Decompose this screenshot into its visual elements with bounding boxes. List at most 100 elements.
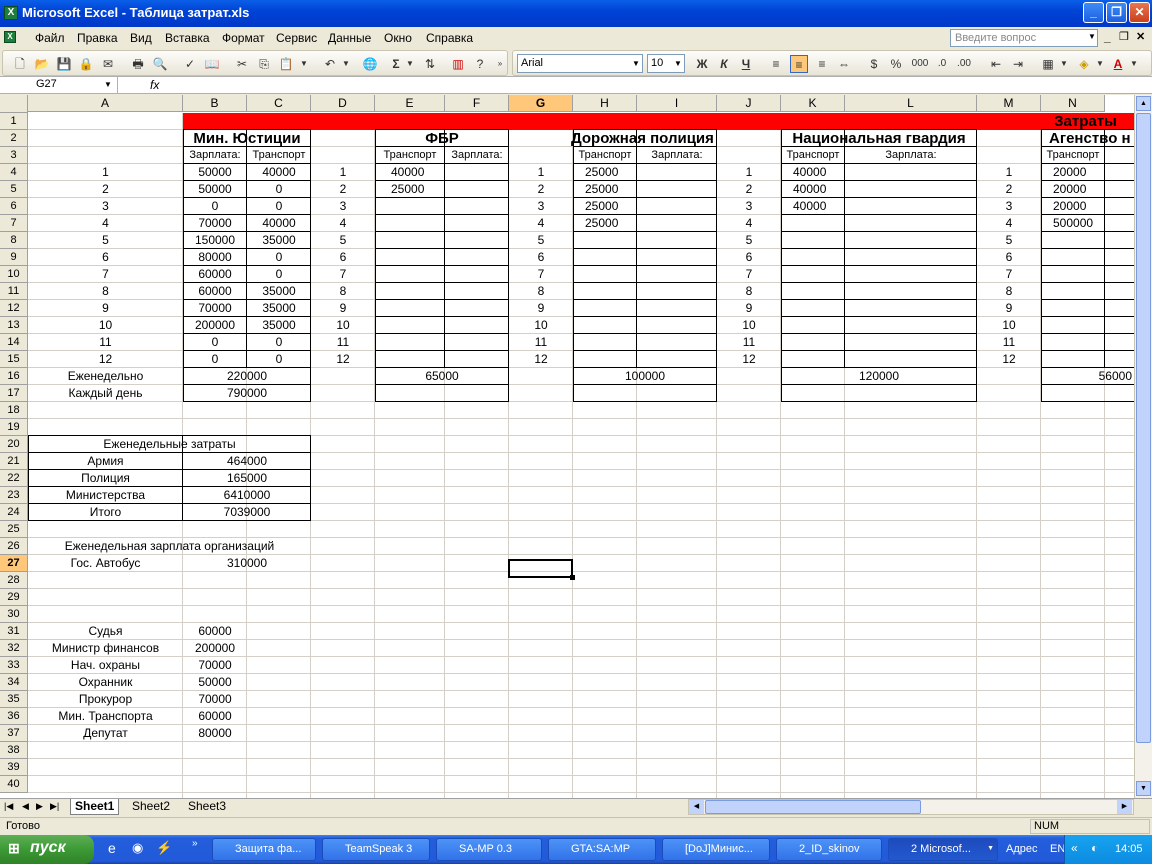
task-item[interactable]: Защита фа... bbox=[212, 838, 316, 861]
row-header-4[interactable]: 4 bbox=[0, 164, 28, 181]
row-header-25[interactable]: 25 bbox=[0, 521, 28, 538]
spelling-icon[interactable]: ✓ bbox=[181, 55, 199, 73]
paste-dropdown-icon[interactable]: ▼ bbox=[299, 55, 309, 73]
ask-dropdown-icon[interactable]: ▼ bbox=[1088, 32, 1096, 41]
active-cell-g27[interactable] bbox=[508, 559, 573, 578]
permission-icon[interactable]: 🔒 bbox=[77, 55, 95, 73]
fill-dropdown-icon[interactable]: ▼ bbox=[1095, 55, 1105, 73]
row-header-2[interactable]: 2 bbox=[0, 130, 28, 147]
row-header-9[interactable]: 9 bbox=[0, 249, 28, 266]
column-header-m[interactable]: M bbox=[977, 95, 1041, 112]
increase-decimal-icon[interactable]: .0 bbox=[933, 55, 951, 73]
sort-ascending-icon[interactable]: ⇅ bbox=[421, 55, 439, 73]
row-header-32[interactable]: 32 bbox=[0, 640, 28, 657]
tab-sheet3[interactable]: Sheet3 bbox=[184, 799, 230, 815]
decrease-decimal-icon[interactable]: .00 bbox=[955, 55, 973, 73]
row-header-14[interactable]: 14 bbox=[0, 334, 28, 351]
undo-dropdown-icon[interactable]: ▼ bbox=[341, 55, 351, 73]
fill-color-icon[interactable]: ◈ bbox=[1075, 55, 1093, 73]
row-header-12[interactable]: 12 bbox=[0, 300, 28, 317]
column-header-b[interactable]: B bbox=[183, 95, 247, 112]
quicklaunch-more-icon[interactable]: » bbox=[192, 838, 198, 849]
row-header-27[interactable]: 27 bbox=[0, 555, 28, 572]
column-header-c[interactable]: C bbox=[247, 95, 311, 112]
autosum-icon[interactable]: Σ bbox=[387, 55, 405, 73]
row-header-13[interactable]: 13 bbox=[0, 317, 28, 334]
row-header-24[interactable]: 24 bbox=[0, 504, 28, 521]
minimize-button[interactable]: _ bbox=[1083, 2, 1104, 23]
fill-handle[interactable] bbox=[570, 575, 575, 580]
increase-indent-icon[interactable]: ⇥ bbox=[1009, 55, 1027, 73]
paste-icon[interactable]: 📋 bbox=[277, 55, 295, 73]
document-icon[interactable]: X bbox=[4, 31, 16, 43]
row-header-6[interactable]: 6 bbox=[0, 198, 28, 215]
menu-format[interactable]: Формат bbox=[222, 31, 265, 45]
row-header-38[interactable]: 38 bbox=[0, 742, 28, 759]
currency-icon[interactable]: $ bbox=[865, 55, 883, 73]
row-header-3[interactable]: 3 bbox=[0, 147, 28, 164]
chart-wizard-icon[interactable]: ▥ bbox=[449, 55, 467, 73]
column-header-e[interactable]: E bbox=[375, 95, 445, 112]
tab-sheet2[interactable]: Sheet2 bbox=[128, 799, 174, 815]
new-icon[interactable]: 🗋 bbox=[11, 55, 29, 73]
ask-question-input[interactable]: Введите вопрос bbox=[950, 29, 1098, 47]
copy-icon[interactable]: ⎘ bbox=[255, 55, 273, 73]
research-icon[interactable]: 📖 bbox=[203, 55, 221, 73]
scroll-right-icon[interactable]: ▶ bbox=[1117, 800, 1132, 814]
email-icon[interactable]: ✉ bbox=[99, 55, 117, 73]
align-center-icon[interactable]: ≡ bbox=[790, 55, 808, 73]
excel-icon[interactable]: X bbox=[4, 6, 18, 20]
horizontal-scrollbar[interactable]: ◀ ▶ bbox=[688, 799, 1134, 815]
scroll-up-icon[interactable]: ▲ bbox=[1136, 96, 1151, 111]
column-header-g[interactable]: G bbox=[509, 95, 573, 112]
ie-icon[interactable]: e bbox=[108, 840, 116, 856]
last-sheet-icon[interactable]: ▶| bbox=[50, 801, 59, 812]
toolbar-options-icon[interactable]: » bbox=[495, 55, 505, 73]
column-header-k[interactable]: K bbox=[781, 95, 845, 112]
next-sheet-icon[interactable]: ▶ bbox=[36, 801, 43, 812]
vertical-scrollbar[interactable]: ▲ ▼ bbox=[1134, 95, 1152, 798]
row-header-33[interactable]: 33 bbox=[0, 657, 28, 674]
doc-restore-button[interactable]: ❐ bbox=[1119, 30, 1129, 43]
scroll-down-icon[interactable]: ▼ bbox=[1136, 781, 1151, 796]
task-item[interactable]: TeamSpeak 3 bbox=[322, 838, 430, 861]
row-header-18[interactable]: 18 bbox=[0, 402, 28, 419]
media-player-icon[interactable]: ◉ bbox=[132, 840, 143, 856]
row-header-31[interactable]: 31 bbox=[0, 623, 28, 640]
hyperlink-icon[interactable]: 🌐 bbox=[361, 55, 379, 73]
save-icon[interactable]: 💾 bbox=[55, 55, 73, 73]
menu-edit[interactable]: Правка bbox=[77, 31, 118, 45]
menu-file[interactable]: Файл bbox=[35, 31, 65, 45]
font-color-dropdown-icon[interactable]: ▼ bbox=[1129, 55, 1139, 73]
scroll-thumb[interactable] bbox=[1136, 113, 1151, 743]
start-button[interactable]: ⊞ пуск bbox=[0, 835, 94, 864]
row-header-39[interactable]: 39 bbox=[0, 759, 28, 776]
close-button[interactable]: ✕ bbox=[1129, 2, 1150, 23]
column-header-d[interactable]: D bbox=[311, 95, 375, 112]
first-sheet-icon[interactable]: |◀ bbox=[4, 801, 13, 812]
tray-expand-icon[interactable]: « bbox=[1071, 841, 1078, 855]
row-header-28[interactable]: 28 bbox=[0, 572, 28, 589]
autosum-dropdown-icon[interactable]: ▼ bbox=[405, 55, 415, 73]
row-header-11[interactable]: 11 bbox=[0, 283, 28, 300]
column-header-n[interactable]: N bbox=[1041, 95, 1105, 112]
task-item-active[interactable]: 2 Microsof... ▼ bbox=[888, 838, 998, 861]
h-scroll-thumb[interactable] bbox=[705, 800, 921, 814]
menu-insert[interactable]: Вставка bbox=[165, 31, 210, 45]
restore-button[interactable]: ❐ bbox=[1106, 2, 1127, 23]
decrease-indent-icon[interactable]: ⇤ bbox=[987, 55, 1005, 73]
row-header-7[interactable]: 7 bbox=[0, 215, 28, 232]
menu-help[interactable]: Справка bbox=[426, 31, 473, 45]
help-icon[interactable]: ? bbox=[471, 55, 489, 73]
doc-close-button[interactable]: ✕ bbox=[1136, 30, 1145, 43]
menu-view[interactable]: Вид bbox=[130, 31, 152, 45]
align-right-icon[interactable]: ≡ bbox=[813, 55, 831, 73]
cut-icon[interactable]: ✂ bbox=[233, 55, 251, 73]
row-header-34[interactable]: 34 bbox=[0, 674, 28, 691]
quicklaunch-icon[interactable]: ⚡ bbox=[156, 840, 172, 856]
row-header-40[interactable]: 40 bbox=[0, 776, 28, 793]
task-item[interactable]: SA-MP 0.3 bbox=[436, 838, 542, 861]
thousands-icon[interactable]: 000 bbox=[909, 55, 931, 73]
borders-dropdown-icon[interactable]: ▼ bbox=[1059, 55, 1069, 73]
row-header-19[interactable]: 19 bbox=[0, 419, 28, 436]
